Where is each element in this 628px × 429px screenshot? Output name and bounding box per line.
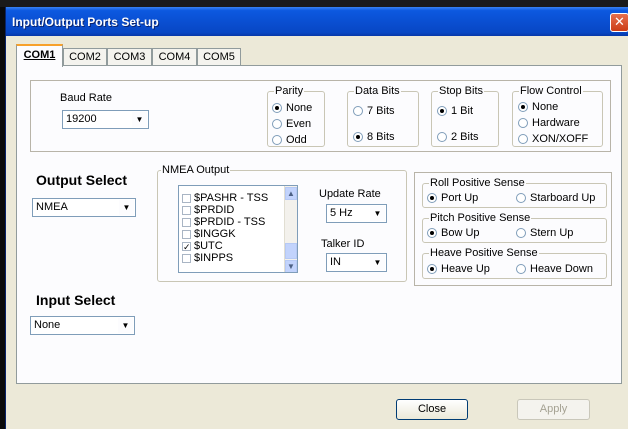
list-item[interactable]: $INGGK <box>182 228 268 240</box>
list-item[interactable]: ✓ $UTC <box>182 240 268 252</box>
chevron-down-icon: ▼ <box>370 206 385 221</box>
scroll-thumb[interactable] <box>285 243 297 259</box>
tab-panel-com1: Baud Rate 19200 ▼ Parity None Even Odd D… <box>16 65 622 384</box>
chevron-down-icon: ▼ <box>119 200 134 215</box>
flow-control-group: Flow Control None Hardware XON/XOFF <box>512 85 603 147</box>
scroll-down-icon[interactable]: ▼ <box>285 260 297 272</box>
checkbox[interactable] <box>182 217 191 227</box>
roll-starboard-up-radio[interactable]: Starboard Up <box>516 192 595 204</box>
close-window-button[interactable]: ✕ <box>610 13 628 32</box>
baud-rate-label: Baud Rate <box>60 92 112 104</box>
checkbox[interactable] <box>182 205 191 215</box>
output-select-dropdown[interactable]: NMEA ▼ <box>32 198 136 217</box>
chevron-down-icon: ▼ <box>132 112 147 127</box>
checkbox[interactable] <box>182 193 191 203</box>
flow-control-label: Flow Control <box>519 85 583 97</box>
tab-com4[interactable]: COM4 <box>152 48 197 66</box>
pitch-sense-group: Pitch Positive Sense Bow Up Stern Up <box>422 212 607 243</box>
window-title: Input/Output Ports Set-up <box>12 15 159 29</box>
tab-com2[interactable]: COM2 <box>63 48 107 66</box>
background-strip <box>0 0 628 7</box>
flow-none-radio[interactable]: None <box>518 101 558 113</box>
stop-bits-label: Stop Bits <box>438 85 485 97</box>
checkbox[interactable] <box>182 229 191 239</box>
parity-even-radio[interactable]: Even <box>272 118 311 130</box>
parity-group: Parity None Even Odd <box>267 85 325 147</box>
data-bits-group: Data Bits 7 Bits 8 Bits <box>347 85 419 147</box>
talker-id-select[interactable]: IN ▼ <box>326 253 387 272</box>
heave-down-radio[interactable]: Heave Down <box>516 263 593 275</box>
close-icon: ✕ <box>614 14 625 29</box>
list-item[interactable]: $INPPS <box>182 252 268 264</box>
nmea-sentence-list[interactable]: $PASHR - TSS $PRDID $PRDID - TSS $INGGK … <box>178 185 298 273</box>
flow-xonxoff-radio[interactable]: XON/XOFF <box>518 133 588 145</box>
tab-com1[interactable]: COM1 <box>16 44 63 67</box>
roll-port-up-radio[interactable]: Port Up <box>427 192 478 204</box>
sense-settings-box: Roll Positive Sense Port Up Starboard Up… <box>414 172 612 286</box>
nmea-output-label: NMEA Output <box>161 164 231 176</box>
title-bar[interactable]: Input/Output Ports Set-up ✕ <box>6 7 628 36</box>
parity-odd-radio[interactable]: Odd <box>272 134 307 146</box>
list-item[interactable]: $PRDID <box>182 204 268 216</box>
close-button[interactable]: Close <box>396 399 468 420</box>
stop-bits-2-radio[interactable]: 2 Bits <box>437 131 479 143</box>
serial-settings-box: Baud Rate 19200 ▼ Parity None Even Odd D… <box>30 80 611 152</box>
baud-rate-select[interactable]: 19200 ▼ <box>62 110 149 129</box>
stop-bits-group: Stop Bits 1 Bit 2 Bits <box>431 85 499 147</box>
roll-sense-group: Roll Positive Sense Port Up Starboard Up <box>422 177 607 208</box>
nmea-output-group: NMEA Output $PASHR - TSS $PRDID $PRDID -… <box>157 164 407 282</box>
input-select-label: Input Select <box>36 292 116 308</box>
chevron-down-icon: ▼ <box>118 318 133 333</box>
tab-com5[interactable]: COM5 <box>197 48 241 66</box>
update-rate-select[interactable]: 5 Hz ▼ <box>326 204 387 223</box>
list-item[interactable]: $PRDID - TSS <box>182 216 268 228</box>
checkbox[interactable]: ✓ <box>182 241 191 252</box>
pitch-sense-label: Pitch Positive Sense <box>429 212 532 224</box>
heave-up-radio[interactable]: Heave Up <box>427 263 490 275</box>
flow-hardware-radio[interactable]: Hardware <box>518 117 580 129</box>
data-bits-8-radio[interactable]: 8 Bits <box>353 131 395 143</box>
heave-sense-label: Heave Positive Sense <box>429 247 539 259</box>
check-icon: ✓ <box>183 241 191 252</box>
data-bits-7-radio[interactable]: 7 Bits <box>353 105 395 117</box>
output-select-label: Output Select <box>36 172 128 188</box>
checkbox[interactable] <box>182 253 191 263</box>
list-item[interactable]: $PASHR - TSS <box>182 192 268 204</box>
talker-id-label: Talker ID <box>321 238 365 250</box>
data-bits-label: Data Bits <box>354 85 401 97</box>
roll-sense-label: Roll Positive Sense <box>429 177 526 189</box>
pitch-stern-up-radio[interactable]: Stern Up <box>516 227 573 239</box>
parity-none-radio[interactable]: None <box>272 102 312 114</box>
apply-button[interactable]: Apply <box>517 399 590 420</box>
heave-sense-group: Heave Positive Sense Heave Up Heave Down <box>422 247 607 279</box>
tab-com3[interactable]: COM3 <box>107 48 152 66</box>
pitch-bow-up-radio[interactable]: Bow Up <box>427 227 480 239</box>
setup-dialog: Input/Output Ports Set-up ✕ COM1 COM2 CO… <box>5 7 628 429</box>
chevron-down-icon: ▼ <box>370 255 385 270</box>
scroll-up-icon[interactable]: ▲ <box>285 187 297 200</box>
input-select-dropdown[interactable]: None ▼ <box>30 316 135 335</box>
list-scrollbar[interactable]: ▲ ▼ <box>284 186 297 272</box>
update-rate-label: Update Rate <box>319 188 381 200</box>
stop-bits-1-radio[interactable]: 1 Bit <box>437 105 473 117</box>
parity-label: Parity <box>274 85 305 97</box>
